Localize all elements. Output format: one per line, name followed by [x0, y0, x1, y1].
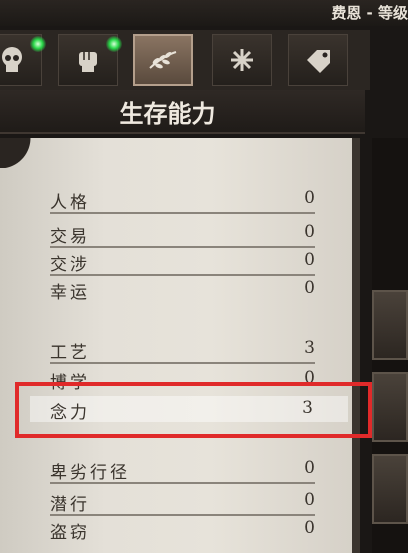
tab-snowflake[interactable] — [212, 34, 272, 86]
laurel-icon — [149, 51, 177, 69]
skill-value: 0 — [304, 458, 315, 478]
skill-value: 0 — [304, 188, 315, 208]
skill-value: 0 — [304, 278, 315, 298]
skill-label: 幸运 — [50, 283, 90, 303]
glow-indicator — [106, 36, 122, 52]
skill-row-theft[interactable]: 盗窃 0 — [50, 516, 315, 543]
tag-icon — [307, 50, 330, 73]
skill-label: 人格 — [50, 193, 90, 213]
fist-icon — [79, 52, 97, 72]
skill-label: 工艺 — [50, 343, 90, 363]
skill-value: 0 — [304, 490, 315, 510]
glow-indicator — [30, 36, 46, 52]
tab-laurel[interactable] — [133, 34, 193, 86]
tab-tag[interactable] — [288, 34, 348, 86]
skill-label: 盗窃 — [50, 523, 90, 543]
highlight-box — [15, 382, 372, 438]
inventory-slot[interactable] — [372, 454, 408, 524]
skill-row-personality[interactable]: 人格 0 — [50, 186, 315, 214]
skill-label: 交易 — [50, 227, 90, 247]
paper-corner-ornament — [0, 138, 46, 168]
skill-row-villainy[interactable]: 卑劣行径 0 — [50, 456, 315, 484]
inventory-slot[interactable] — [372, 290, 408, 360]
inventory-slot[interactable] — [372, 372, 408, 442]
skill-value: 0 — [304, 518, 315, 538]
skill-value: 0 — [304, 250, 315, 270]
skill-row-stealth[interactable]: 潜行 0 — [50, 488, 315, 515]
top-bar: 费恩 - 等级 — [0, 0, 408, 26]
skull-icon — [2, 47, 22, 72]
skill-label: 潜行 — [50, 495, 90, 515]
character-title: 费恩 - 等级 — [331, 4, 408, 22]
panel-title: 生存能力 — [119, 100, 216, 128]
skill-row-negotiation[interactable]: 交涉 0 — [50, 248, 315, 275]
skill-value: 3 — [304, 338, 315, 358]
skill-row-luck[interactable]: 幸运 0 — [50, 276, 315, 303]
skill-row-trade[interactable]: 交易 0 — [50, 220, 315, 247]
skill-value: 0 — [304, 222, 315, 242]
skill-label: 交涉 — [50, 255, 90, 275]
snowflake-icon — [231, 49, 253, 71]
skill-row-craft[interactable]: 工艺 3 — [50, 336, 315, 364]
skill-label: 卑劣行径 — [50, 463, 130, 483]
